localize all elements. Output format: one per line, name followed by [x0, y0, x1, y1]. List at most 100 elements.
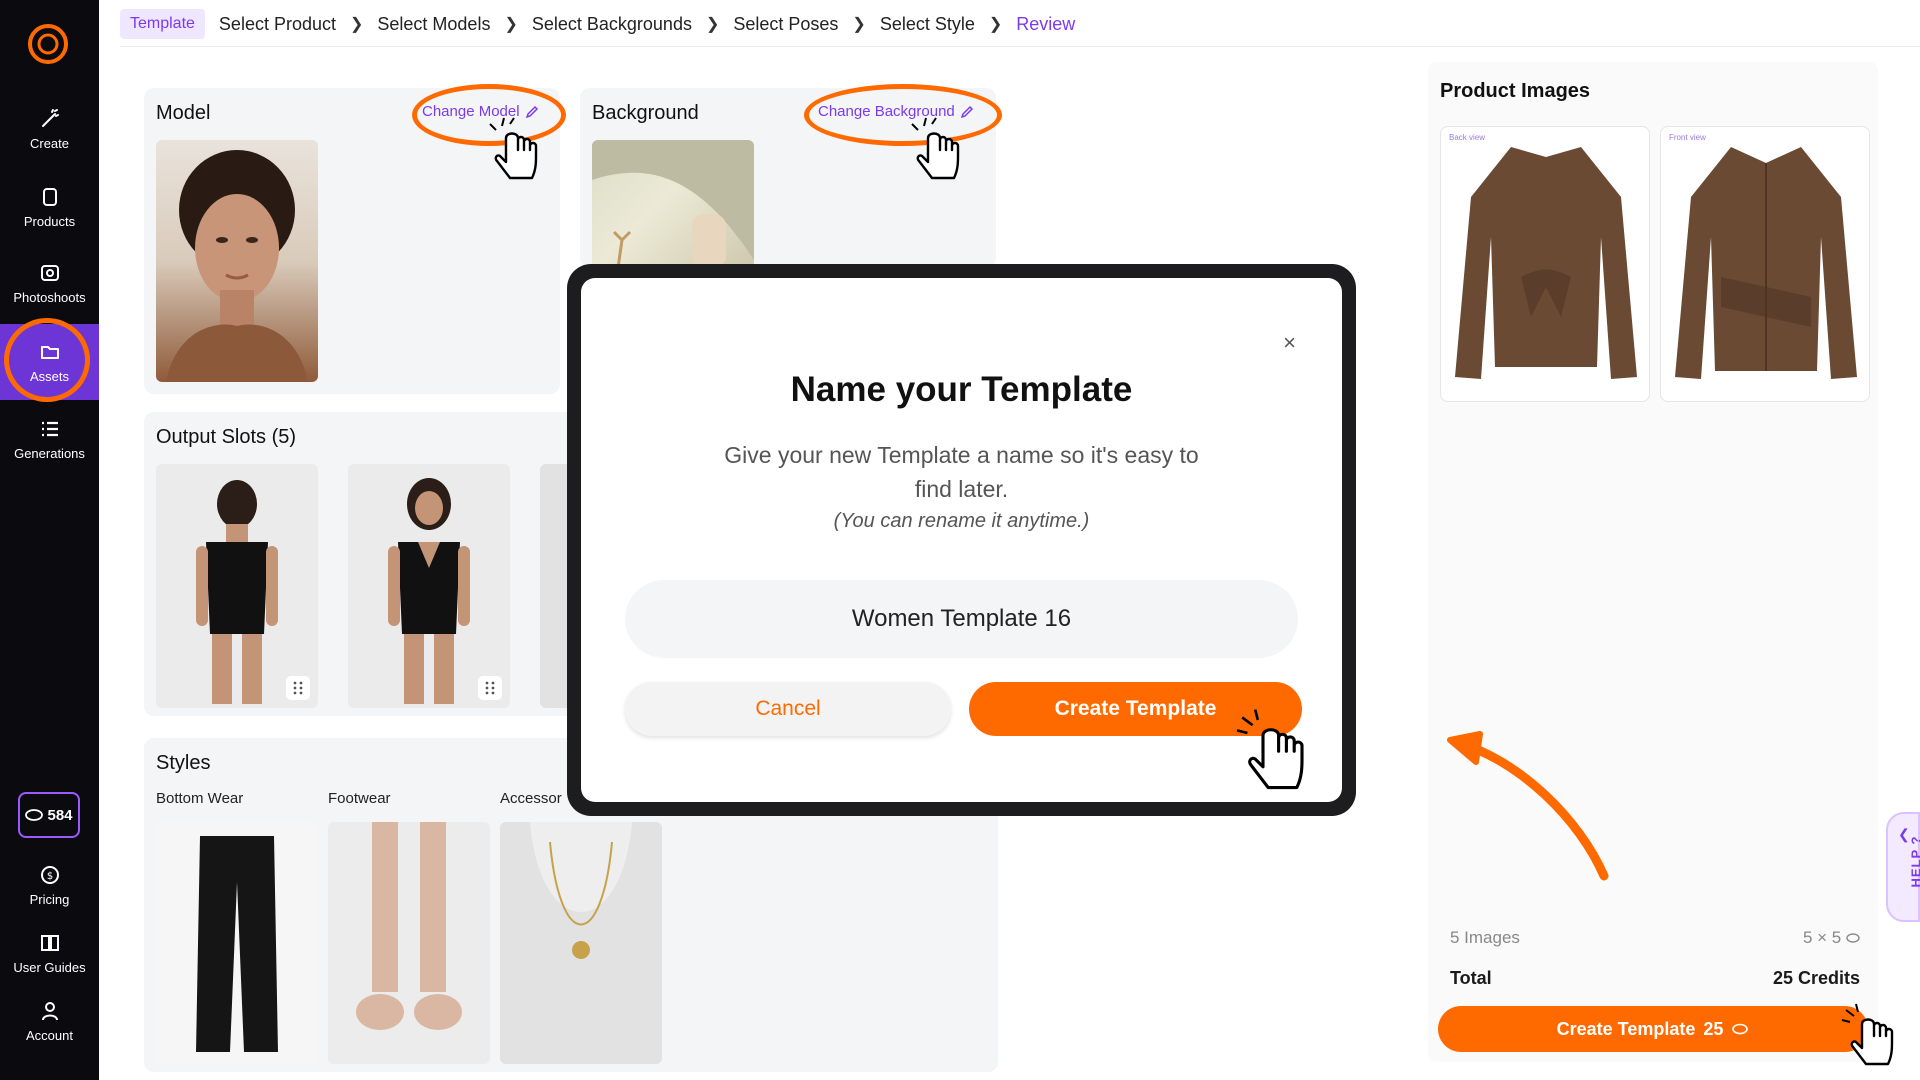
drag-handle-icon[interactable]: [478, 676, 502, 700]
necklace-image: [500, 822, 662, 1064]
sidebar-item-label: Account: [26, 1028, 73, 1043]
breadcrumb: Template Select Product ❯ Select Models …: [120, 6, 1075, 42]
coin-icon: [25, 809, 44, 821]
sidebar-item-assets[interactable]: Assets: [0, 324, 99, 400]
name-template-dialog: × Name your Template Give your new Templ…: [567, 264, 1356, 816]
sidebar: Create Products Photoshoots Assets Gener…: [0, 0, 99, 1080]
coin-icon: [1732, 1023, 1749, 1035]
breadcrumb-select-backgrounds[interactable]: Select Backgrounds: [532, 14, 692, 35]
model-panel-title: Model: [156, 102, 211, 124]
change-background-link[interactable]: Change Background: [818, 103, 974, 120]
sidebar-item-account[interactable]: Account: [0, 1000, 99, 1043]
breadcrumb-select-product[interactable]: Select Product: [219, 14, 336, 35]
sidebar-item-label: Pricing: [29, 892, 70, 907]
coin-icon: [1846, 933, 1860, 943]
dollar-icon: $: [40, 866, 59, 884]
dialog-note: (You can rename it anytime.): [833, 510, 1090, 532]
credits-balance[interactable]: 584: [18, 792, 80, 838]
sidebar-item-label: Generations: [14, 446, 85, 461]
credits-value: 584: [47, 806, 73, 824]
dialog-title: Name your Template: [790, 370, 1133, 409]
wand-icon: [41, 109, 59, 127]
summary-create-template-button[interactable]: Create Template 25: [1438, 1006, 1868, 1052]
template-name-input[interactable]: [625, 580, 1298, 658]
header-divider: [120, 46, 1920, 47]
style-category-label: Footwear: [328, 790, 391, 807]
style-item[interactable]: [500, 822, 662, 1064]
blouse-front-image: [1675, 147, 1857, 379]
model-panel: Model Change Model: [144, 88, 560, 394]
product-image-card[interactable]: Back view: [1440, 126, 1650, 402]
breadcrumb-select-style[interactable]: Select Style: [880, 14, 975, 35]
sidebar-item-label: Photoshoots: [13, 290, 86, 305]
summary-button-credits: 25: [1703, 1018, 1724, 1039]
sidebar-item-generations[interactable]: Generations: [0, 418, 99, 461]
chevron-right-icon: ❯: [349, 16, 364, 33]
output-slot[interactable]: [156, 464, 318, 708]
model-photo: [156, 140, 318, 382]
change-background-label: Change Background: [818, 103, 955, 120]
book-icon: [40, 935, 59, 951]
shirt-icon: [42, 188, 57, 206]
breadcrumb-select-poses[interactable]: Select Poses: [733, 14, 838, 35]
output-slots-panel: Output Slots (5): [144, 412, 584, 716]
chevron-right-icon: ❯: [504, 16, 518, 33]
images-calc: 5 × 5: [1803, 928, 1860, 948]
output-slot-image: [388, 478, 470, 704]
background-photo: [592, 140, 754, 268]
cancel-button[interactable]: Cancel: [625, 682, 951, 736]
product-image-tag: Back view: [1449, 133, 1486, 142]
chevron-right-icon: ❯: [852, 16, 866, 33]
help-label: HELP ?: [1908, 836, 1920, 888]
sidebar-item-products[interactable]: Products: [0, 186, 99, 229]
product-summary-panel: Product Images Back view Front view 5 Im…: [1428, 62, 1878, 1062]
pencil-icon: [960, 105, 973, 118]
style-item[interactable]: [156, 822, 318, 1064]
chevron-right-icon: ❯: [705, 16, 720, 33]
help-tab[interactable]: ❮ HELP ?: [1886, 812, 1920, 922]
breadcrumb-review[interactable]: Review: [1016, 14, 1075, 35]
create-template-button[interactable]: Create Template: [969, 682, 1302, 736]
product-image-card[interactable]: Front view: [1660, 126, 1870, 402]
pencil-icon: [525, 105, 538, 118]
close-icon[interactable]: ×: [1283, 330, 1296, 356]
sidebar-item-create[interactable]: Create: [0, 108, 99, 151]
chevron-right-icon: ❯: [988, 16, 1003, 33]
folder-icon: [40, 346, 59, 359]
output-slot[interactable]: [348, 464, 510, 708]
brand-logo-icon[interactable]: [26, 22, 70, 66]
change-model-label: Change Model: [422, 103, 520, 120]
feet-image: [356, 822, 462, 1030]
user-icon: [41, 1002, 58, 1021]
breadcrumb-select-models[interactable]: Select Models: [377, 14, 490, 35]
breadcrumb-template[interactable]: Template: [120, 9, 205, 39]
model-portrait-image: [166, 150, 308, 382]
drag-handle-icon[interactable]: [286, 676, 310, 700]
dialog-description: Give your new Template a name so it's ea…: [724, 442, 1199, 502]
sidebar-item-pricing[interactable]: $ Pricing: [0, 864, 99, 907]
style-item[interactable]: [328, 822, 490, 1064]
total-value: 25 Credits: [1772, 968, 1860, 988]
sidebar-item-label: Assets: [29, 369, 69, 384]
sidebar-item-photoshoots[interactable]: Photoshoots: [0, 262, 99, 305]
background-scene-image: [592, 140, 754, 268]
blouse-back-image: [1455, 147, 1637, 379]
styles-panel-title: Styles: [156, 752, 211, 774]
pants-image: [196, 836, 278, 1052]
images-count: 5 Images: [1450, 928, 1520, 947]
total-label: Total: [1450, 968, 1492, 988]
sidebar-item-label: Create: [29, 136, 70, 151]
summary-button-label: Create Template: [1556, 1018, 1696, 1039]
dialog-body: × Name your Template Give your new Templ…: [581, 278, 1342, 802]
svg-text:$: $: [46, 871, 52, 882]
list-icon: [41, 421, 58, 437]
camera-icon: [40, 265, 59, 281]
output-slot-image: [196, 480, 278, 704]
sidebar-item-label: User Guides: [13, 960, 86, 975]
change-model-link[interactable]: Change Model: [422, 103, 539, 120]
background-panel-title: Background: [592, 102, 699, 124]
sidebar-item-user-guides[interactable]: User Guides: [0, 932, 99, 975]
product-image-tag: Front view: [1669, 133, 1706, 142]
images-calc-value: 5 × 5: [1802, 928, 1842, 947]
sidebar-item-label: Products: [23, 214, 76, 229]
